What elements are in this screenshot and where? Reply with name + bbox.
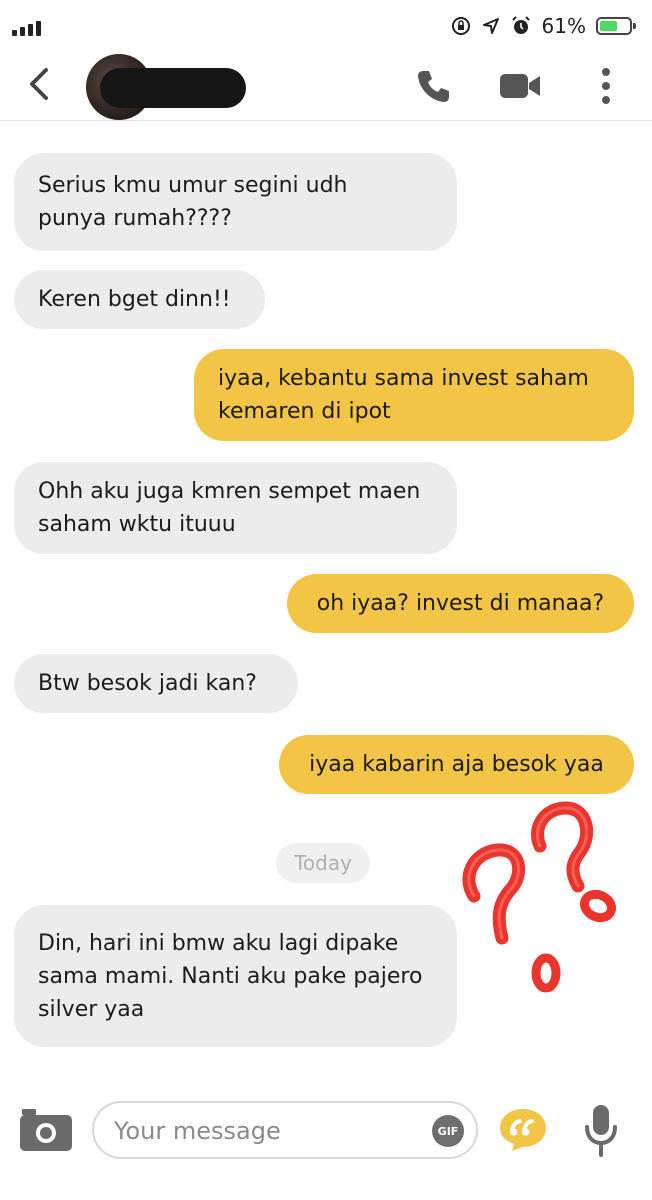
- orientation-lock-icon: [451, 17, 470, 35]
- message-incoming[interactable]: Din, hari ini bmw aku lagi dipake sama m…: [14, 905, 457, 1047]
- quote-icon: [500, 1109, 546, 1151]
- signal-icon: [12, 18, 41, 36]
- call-button[interactable]: [412, 64, 456, 108]
- voice-message-button[interactable]: [582, 1101, 620, 1161]
- message-incoming[interactable]: Keren bget dinn!!: [14, 270, 265, 329]
- message-composer: GIF: [0, 1085, 652, 1200]
- message-field[interactable]: GIF: [92, 1101, 478, 1159]
- status-indicators: 61%: [450, 12, 636, 40]
- battery-percent: 61%: [541, 14, 586, 38]
- more-vertical-icon: [602, 68, 610, 104]
- message-incoming[interactable]: Btw besok jadi kan?: [14, 654, 298, 713]
- back-chevron-icon: [30, 68, 48, 100]
- quote-button[interactable]: [498, 1107, 548, 1153]
- message-input[interactable]: [112, 1103, 416, 1159]
- question-marks-annotation: [462, 801, 617, 993]
- battery-icon: [596, 17, 636, 35]
- microphone-icon: [585, 1105, 617, 1157]
- message-outgoing[interactable]: iyaa, kebantu sama invest saham kemaren …: [194, 349, 634, 441]
- camera-button[interactable]: [18, 1107, 74, 1153]
- chat-header: [0, 52, 652, 121]
- message-outgoing[interactable]: iyaa kabarin aja besok yaa: [279, 735, 634, 794]
- message-incoming[interactable]: Ohh aku juga kmren sempet maen saham wkt…: [14, 462, 457, 554]
- gif-icon[interactable]: GIF: [432, 1115, 464, 1147]
- back-button[interactable]: [22, 64, 58, 104]
- battery-level-fill: [600, 21, 617, 31]
- message-outgoing[interactable]: oh iyaa? invest di manaa?: [287, 574, 634, 633]
- day-separator: Today: [276, 843, 370, 883]
- video-camera-icon: [500, 74, 540, 98]
- contact-name-redacted: [100, 68, 246, 108]
- alarm-icon: [511, 16, 530, 34]
- camera-icon: [20, 1109, 72, 1151]
- location-icon: [482, 18, 499, 34]
- phone-icon: [418, 71, 449, 102]
- more-options-button[interactable]: [584, 64, 628, 108]
- message-incoming[interactable]: Serius kmu umur segini udh punya rumah??…: [14, 153, 457, 251]
- status-bar: 61%: [0, 0, 652, 52]
- video-call-button[interactable]: [498, 64, 542, 108]
